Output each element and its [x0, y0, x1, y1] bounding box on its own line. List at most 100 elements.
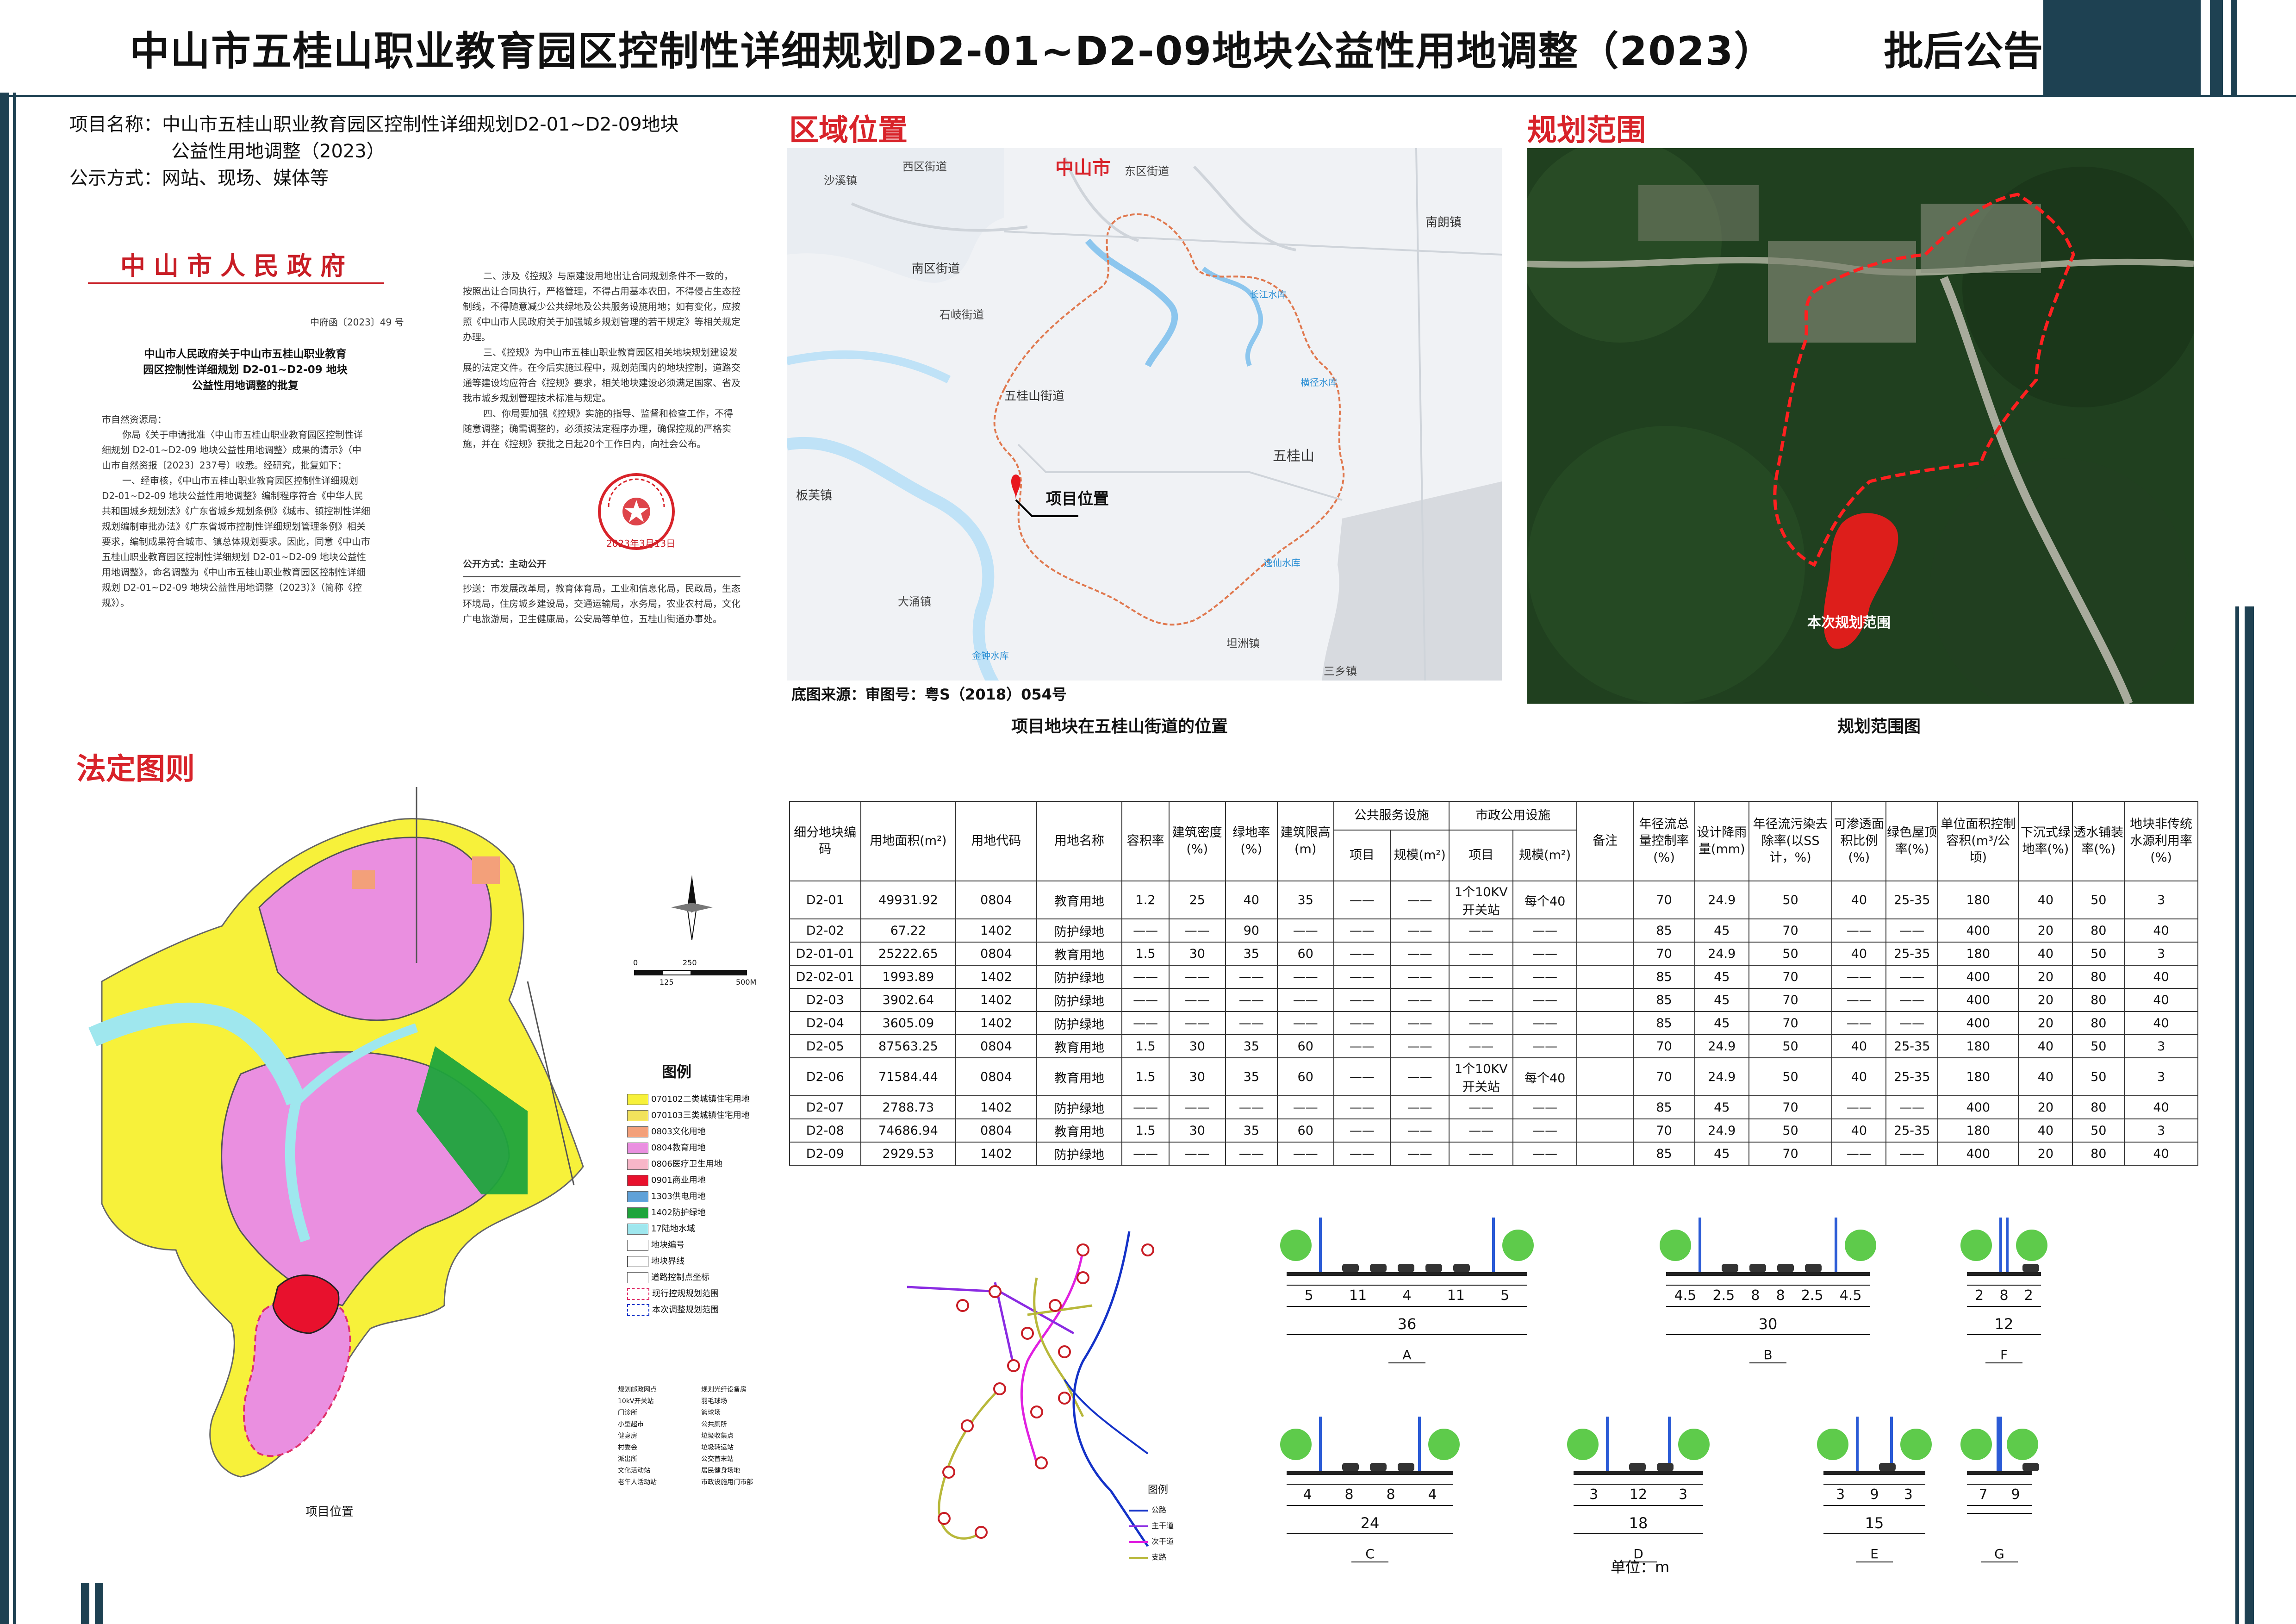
map-label-2: 石岐街道 — [940, 308, 984, 321]
section-dim: 2.5 — [1712, 1287, 1735, 1304]
scope-area-label: 本次规划范围 — [1807, 615, 1891, 631]
table-cell: 1402 — [955, 965, 1037, 989]
legend-swatch-13 — [627, 1304, 649, 1316]
table-cell: D2-01 — [789, 881, 861, 919]
cross-section: 79G — [1958, 1407, 2041, 1593]
section-name: B — [1749, 1347, 1786, 1363]
legend-swatch-12 — [627, 1288, 649, 1300]
table-cell: 80 — [2072, 1011, 2125, 1035]
section-dim: 11 — [1447, 1287, 1465, 1304]
section-name: E — [1856, 1546, 1893, 1562]
table-cell: 80 — [2072, 988, 2125, 1012]
table-cell — [1576, 942, 1634, 966]
table-cell: —— — [1885, 1011, 1939, 1035]
table-cell: 1个10KV开关站 — [1449, 1057, 1514, 1096]
road-legend-item-2: 次干道 — [1129, 1534, 1174, 1549]
th-municipal-scale: 规模(m²) — [1512, 830, 1578, 881]
section-dim: 8 — [1344, 1487, 1354, 1503]
facility-1: 10kV开关站 — [618, 1398, 654, 1405]
table-cell: 25 — [1168, 881, 1226, 919]
table-cell: 50 — [1748, 1118, 1833, 1143]
gov-title: 中山市人民政府 — [120, 251, 354, 281]
table-cell: —— — [1389, 918, 1450, 943]
table-cell: 180 — [1937, 942, 2019, 966]
table-cell: —— — [1225, 1142, 1278, 1166]
table-cell: 3902.64 — [860, 988, 957, 1012]
section-dim: 2 — [2024, 1287, 2033, 1304]
road-legend-line-0 — [1129, 1509, 1148, 1512]
section-total: 24 — [1287, 1513, 1453, 1534]
th-roof: 绿色屋顶率(%) — [1885, 801, 1939, 881]
table-cell: 3 — [2124, 881, 2198, 919]
section-dim: 9 — [1870, 1487, 1879, 1503]
table-cell: 教育用地 — [1036, 1034, 1123, 1058]
table-row: D2-08 74686.94 0804 教育用地 1.5 30 35 60 —— —— —— —— 70… — [789, 1118, 2198, 1143]
left-edge-bar — [0, 93, 9, 1624]
section-dim: 3 — [1836, 1487, 1845, 1503]
table-cell: 每个40 — [1512, 1057, 1578, 1096]
table-cell: —— — [1885, 1142, 1939, 1166]
table-cell: —— — [1333, 942, 1391, 966]
table-cell: —— — [1831, 918, 1887, 943]
table-cell: —— — [1121, 988, 1170, 1012]
scale-tick-2: 250 — [683, 958, 697, 967]
scale-bar — [634, 970, 747, 975]
table-cell: 1402 — [955, 1095, 1037, 1119]
table-cell: 87563.25 — [860, 1034, 957, 1058]
table-cell: —— — [1389, 1142, 1450, 1166]
table-row: D2-07 2788.73 1402 防护绿地 —— —— —— —— —— —— —— —— 85 45… — [789, 1095, 2198, 1119]
table-cell: —— — [1512, 1095, 1578, 1119]
legend-item-12: 现行控规规划范围 — [627, 1287, 784, 1303]
section-dim: 2.5 — [1801, 1287, 1823, 1304]
legend-item-7: 1402防护绿地 — [627, 1206, 784, 1222]
road-legend-item-3: 支路 — [1129, 1549, 1174, 1565]
table-cell: 49931.92 — [860, 881, 957, 919]
section-dim: 8 — [1999, 1287, 2009, 1304]
th-volume: 单位面积控制容积(m³/公顷) — [1937, 801, 2019, 881]
table-cell: 70 — [1748, 1011, 1833, 1035]
table-row: D2-01 49931.92 0804 教育用地 1.2 25 40 35 —— —— 1个10KV… — [789, 881, 2198, 919]
table-cell: 70 — [1748, 1095, 1833, 1119]
table-row: D2-09 2929.53 1402 防护绿地 —— —— —— —— —— —— —— —— 85 45… — [789, 1142, 2198, 1166]
legend-label-12: 现行控规规划范围 — [652, 1289, 719, 1299]
th-height: 建筑限高(m) — [1276, 801, 1334, 881]
right-edge-bar-3 — [2245, 606, 2254, 1624]
table-cell: 25-35 — [1885, 942, 1939, 966]
table-cell: —— — [1389, 1011, 1450, 1035]
street-trees-icon — [1960, 1417, 2039, 1475]
street-trees-icon — [1280, 1218, 1534, 1276]
table-cell: 30 — [1168, 1118, 1226, 1143]
table-cell: —— — [1512, 1034, 1578, 1058]
table-body: D2-01 49931.92 0804 教育用地 1.2 25 40 35 —— —— 1个10KV… — [789, 881, 2198, 1166]
table-cell: D2-03 — [789, 988, 861, 1012]
legend-label-8: 17陆地水域 — [651, 1224, 695, 1234]
table-cell: —— — [1121, 918, 1170, 943]
table-cell: 400 — [1937, 988, 2019, 1012]
map-label-15: 横径水库 — [1300, 377, 1338, 388]
table-cell: 40 — [2018, 1034, 2073, 1058]
th-green: 绿地率(%) — [1225, 801, 1278, 881]
doc-addressee: 市自然资源局： — [102, 414, 167, 425]
table-cell: —— — [1333, 1034, 1391, 1058]
table-cell: 85 — [1633, 1095, 1695, 1119]
table-cell: 70 — [1633, 1034, 1695, 1058]
table-cell: 1993.89 — [860, 965, 957, 989]
facility-16: 居民健身场地 — [701, 1467, 740, 1474]
table-cell: 74686.94 — [860, 1118, 957, 1143]
section-total: 36 — [1287, 1314, 1527, 1335]
table-cell: 20 — [2018, 965, 2073, 989]
doc-heading: 中山市人民政府关于中山市五桂山职业教育 园区控制性详细规划 D2-01~D2-0… — [116, 346, 375, 394]
th-public-item: 项目 — [1333, 830, 1391, 881]
table-cell: 60 — [1276, 942, 1334, 966]
table-cell: 24.9 — [1694, 1118, 1749, 1143]
land-use-legend: 070102二类城镇住宅用地 070103三类城镇住宅用地 0803文化用地 0… — [627, 1093, 784, 1319]
table-cell: 1个10KV开关站 — [1449, 881, 1514, 919]
table-cell: 60 — [1276, 1034, 1334, 1058]
table-cell: —— — [1449, 918, 1514, 943]
statutory-project-label: 项目位置 — [305, 1505, 354, 1519]
table-cell: —— — [1389, 942, 1450, 966]
table-cell: 0804 — [955, 1034, 1037, 1058]
facility-12: 公共厕所 — [701, 1421, 727, 1428]
table-cell: 50 — [2072, 1057, 2125, 1096]
table-cell: —— — [1885, 1095, 1939, 1119]
